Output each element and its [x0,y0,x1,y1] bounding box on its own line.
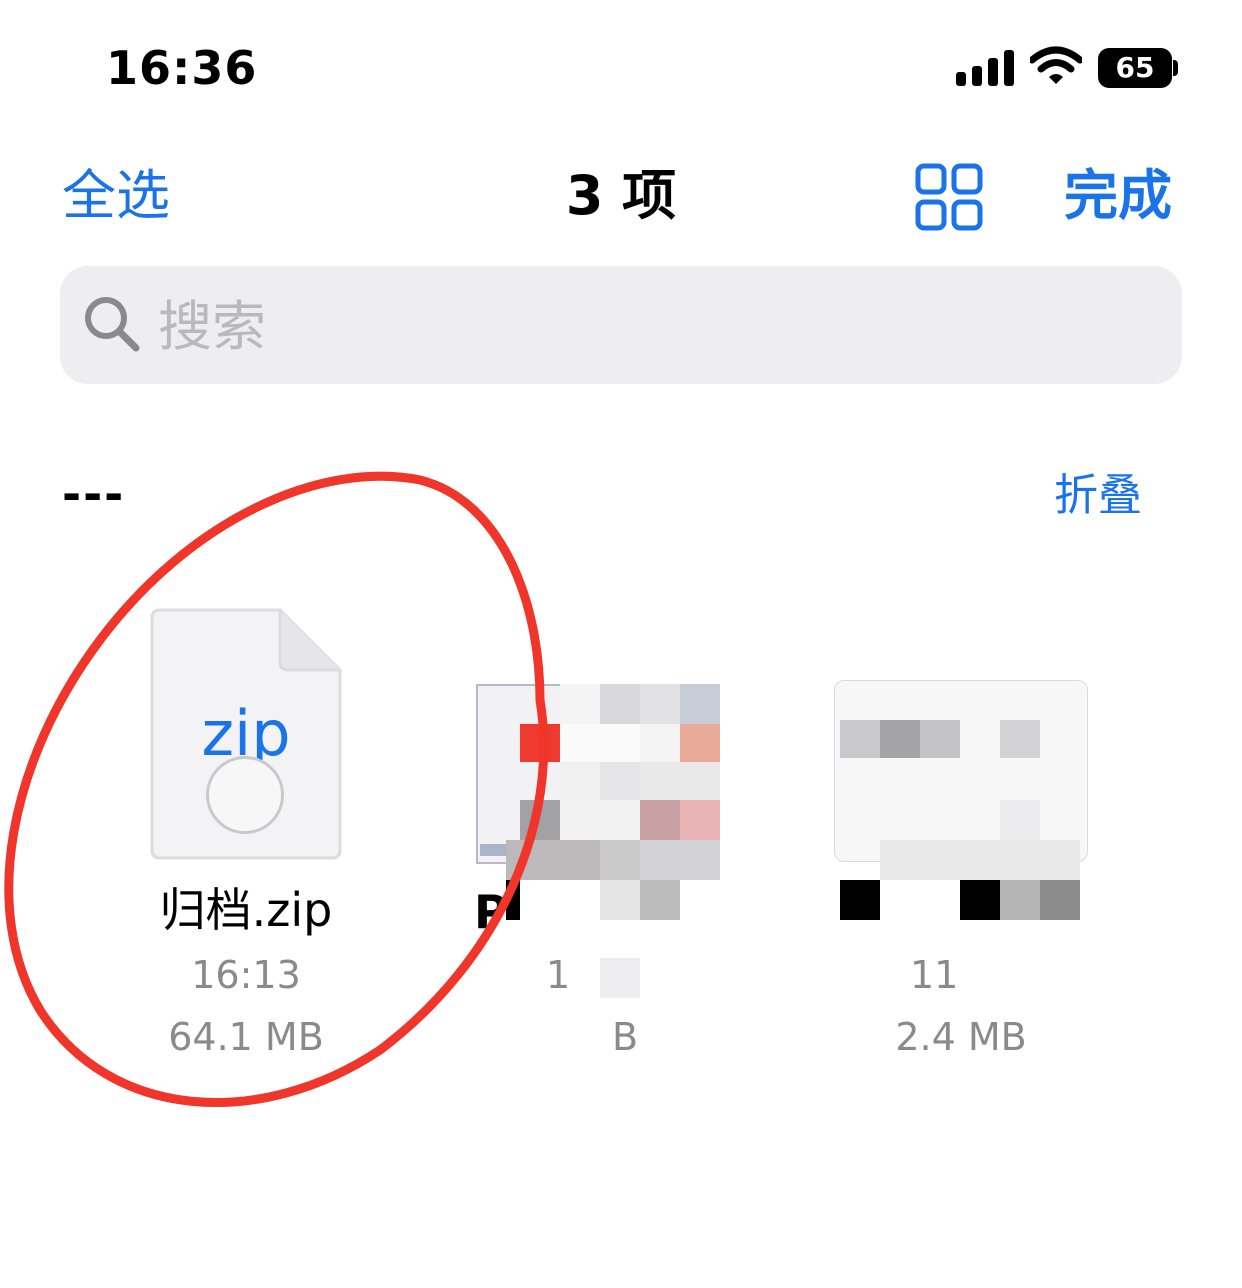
file-time: 1 [546,953,571,997]
wifi-icon [1030,46,1082,84]
file-size: 64.1 MB [168,1015,324,1059]
battery-icon: 65 [1098,48,1172,88]
page-title: 3 项 [565,164,677,227]
collapse-button[interactable]: 折叠 [1054,468,1142,524]
done-button[interactable]: 完成 [1064,164,1172,228]
file-size: 2.4 MB [895,1015,1027,1059]
file-name: P [474,885,508,939]
search-icon [85,297,140,352]
grid-view-icon[interactable] [914,162,984,232]
file-time: 11 [910,953,959,997]
cellular-signal-icon [956,50,1014,86]
file-name: 归档.zip [159,883,333,937]
section-title: --- [62,467,126,521]
file-time: 16:13 [191,953,301,997]
status-time: 16:36 [106,41,258,95]
document-thumbnail [834,680,1088,920]
battery-nub [1173,60,1178,76]
file-size: B [612,1015,639,1059]
search-input[interactable] [156,290,1120,362]
download-progress-icon [206,756,284,834]
select-all-button[interactable]: 全选 [62,164,170,228]
